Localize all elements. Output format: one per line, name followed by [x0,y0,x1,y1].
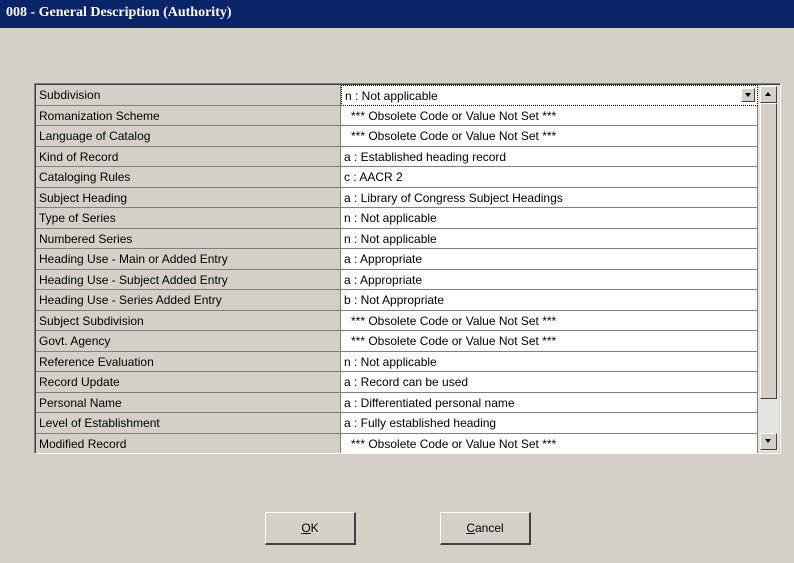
row-label: Heading Use - Series Added Entry [36,290,341,311]
row-label: Modified Record [36,433,341,453]
row-label: Personal Name [36,392,341,413]
scroll-down-icon[interactable] [760,433,777,450]
grid-row[interactable]: Modified Record *** Obsolete Code or Val… [36,433,758,453]
grid-row[interactable]: Language of Catalog *** Obsolete Code or… [36,126,758,147]
cancel-button[interactable]: Cancel [440,512,531,545]
grid-row[interactable]: Subject Heading a : Library of Congress … [36,187,758,208]
title-bar: 008 - General Description (Authority) [0,0,794,28]
dropdown-arrow-icon[interactable] [741,88,755,102]
row-value[interactable]: a : Library of Congress Subject Headings [341,187,758,208]
row-label: Record Update [36,372,341,393]
row-value[interactable]: a : Appropriate [341,249,758,270]
row-label: Subject Heading [36,187,341,208]
row-label: Type of Series [36,208,341,229]
grid-row[interactable]: Romanization Scheme *** Obsolete Code or… [36,105,758,126]
grid-row[interactable]: Heading Use - Series Added Entry b : Not… [36,290,758,311]
row-value[interactable]: a : Appropriate [341,269,758,290]
row-value[interactable]: a : Record can be used [341,372,758,393]
row-value[interactable]: *** Obsolete Code or Value Not Set *** [341,433,758,453]
grid-row[interactable]: Heading Use - Main or Added Entry a : Ap… [36,249,758,270]
row-value[interactable]: a : Fully established heading [341,413,758,434]
row-label: Level of Establishment [36,413,341,434]
row-value[interactable]: n : Not applicable [341,228,758,249]
row-label: Heading Use - Main or Added Entry [36,249,341,270]
window-title: 008 - General Description (Authority) [6,5,232,20]
grid-row[interactable]: Level of Establishment a : Fully establi… [36,413,758,434]
grid-row[interactable]: Subject Subdivision *** Obsolete Code or… [36,310,758,331]
row-value[interactable]: c : AACR 2 [341,167,758,188]
row-value[interactable]: *** Obsolete Code or Value Not Set *** [341,331,758,352]
grid-row[interactable]: Personal Name a : Differentiated persona… [36,392,758,413]
grid-rows: Subdivision n : Not applicable Romanizat… [36,85,758,453]
row-value[interactable]: a : Differentiated personal name [341,392,758,413]
grid-row[interactable]: Reference Evaluation n : Not applicable [36,351,758,372]
row-value[interactable]: *** Obsolete Code or Value Not Set *** [341,126,758,147]
row-value[interactable]: n : Not applicable [341,351,758,372]
row-label: Govt. Agency [36,331,341,352]
row-value[interactable]: n : Not applicable [341,208,758,229]
scroll-up-icon[interactable] [760,86,777,103]
grid-row[interactable]: Heading Use - Subject Added Entry a : Ap… [36,269,758,290]
row-value-dropdown[interactable]: n : Not applicable [341,85,758,106]
row-value[interactable]: b : Not Appropriate [341,290,758,311]
row-label: Kind of Record [36,146,341,167]
grid-row[interactable]: Kind of Record a : Established heading r… [36,146,758,167]
row-label: Subdivision [36,85,341,106]
grid-row[interactable]: Subdivision n : Not applicable [36,85,758,106]
scroll-thumb[interactable] [760,103,777,399]
grid-row[interactable]: Numbered Series n : Not applicable [36,228,758,249]
cancel-mnemonic: C [466,521,475,535]
row-label: Subject Subdivision [36,310,341,331]
row-value[interactable]: *** Obsolete Code or Value Not Set *** [341,105,758,126]
row-label: Numbered Series [36,228,341,249]
row-label: Language of Catalog [36,126,341,147]
grid-row[interactable]: Govt. Agency *** Obsolete Code or Value … [36,331,758,352]
row-label: Reference Evaluation [36,351,341,372]
cancel-label-rest: ancel [474,521,504,535]
row-label: Romanization Scheme [36,105,341,126]
grid-row[interactable]: Record Update a : Record can be used [36,372,758,393]
row-value[interactable]: a : Established heading record [341,146,758,167]
ok-button[interactable]: OK [265,512,356,545]
row-label: Heading Use - Subject Added Entry [36,269,341,290]
grid-row[interactable]: Type of Series n : Not applicable [36,208,758,229]
field-grid: Subdivision n : Not applicable Romanizat… [34,83,781,454]
ok-mnemonic: O [301,521,311,535]
vertical-scrollbar[interactable] [758,85,779,452]
row-label: Cataloging Rules [36,167,341,188]
row-value: n : Not applicable [345,89,438,103]
ok-label-rest: K [310,521,319,535]
row-value[interactable]: *** Obsolete Code or Value Not Set *** [341,310,758,331]
grid-row[interactable]: Cataloging Rules c : AACR 2 [36,167,758,188]
